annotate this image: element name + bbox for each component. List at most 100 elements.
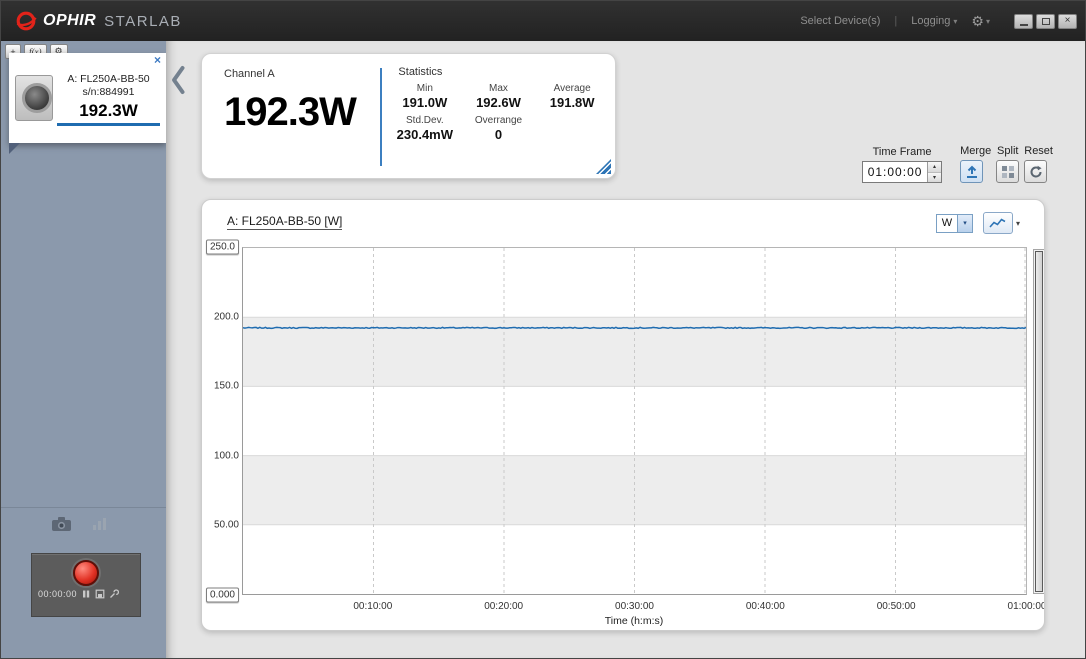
device-reading: 192.3W — [57, 101, 160, 126]
scrollbar-thumb[interactable] — [1035, 251, 1043, 592]
sidebar-actions — [1, 507, 166, 545]
chart-unit-controls: W ▾ ▾ — [936, 212, 1020, 234]
chevron-left-icon — [170, 65, 186, 95]
reset-icon — [1029, 165, 1043, 179]
menu-separator: | — [894, 15, 897, 27]
y-axis-tick-label: 150.0 — [214, 381, 239, 392]
device-serial: s/n:884991 — [57, 86, 160, 98]
channel-measurement-card: Channel A 192.3W Statistics Min 191.0W M… — [201, 53, 616, 179]
split-grid-icon — [1001, 165, 1015, 179]
record-panel: 00:00:00 — [31, 553, 141, 617]
y-axis: 250.0 200.0 150.0 100.0 50.00 0.000 — [202, 200, 240, 630]
chevron-down-icon[interactable]: ▾ — [1016, 219, 1020, 228]
unit-select[interactable]: W ▾ — [936, 214, 973, 233]
record-status-row: 00:00:00 — [32, 589, 140, 599]
restore-button[interactable] — [1036, 14, 1055, 29]
split-label: Split — [996, 145, 1019, 157]
collapse-sidebar-button[interactable] — [170, 65, 186, 100]
statistics-title: Statistics — [382, 66, 459, 78]
wrench-icon — [109, 589, 119, 599]
y-axis-limit-field[interactable]: 0.000 — [206, 588, 239, 603]
y-axis-tick-label: 200.0 — [214, 311, 239, 322]
merge-group: Merge — [960, 145, 991, 183]
stat-overrange: Overrange 0 — [462, 115, 536, 142]
time-frame-group: Time Frame 01:00:00 ▴ ▾ — [862, 146, 942, 183]
merge-icon — [965, 165, 979, 179]
y-axis-limit-field[interactable]: 250.0 — [206, 240, 239, 255]
pause-icon — [81, 589, 91, 599]
record-button[interactable] — [73, 560, 99, 586]
ophir-logo-icon — [15, 10, 37, 32]
record-elapsed-time: 00:00:00 — [38, 589, 77, 599]
reset-button[interactable] — [1024, 160, 1047, 183]
x-axis-tick-label: 01:00:00 — [1008, 601, 1045, 612]
main-content: Channel A 192.3W Statistics Min 191.0W M… — [166, 41, 1085, 658]
power-trend-plot[interactable] — [242, 247, 1027, 595]
merge-label: Merge — [960, 145, 991, 157]
chevron-down-icon: ▾ — [986, 17, 990, 26]
minimize-button[interactable] — [1014, 14, 1033, 29]
spin-up-icon[interactable]: ▴ — [928, 162, 941, 172]
statistics-column: Statistics Min 191.0W Max 192.6W Average… — [382, 54, 615, 178]
layout-buttons: Merge Split — [960, 145, 1053, 183]
merge-button[interactable] — [960, 160, 983, 183]
minimize-icon — [1020, 24, 1028, 26]
sidebar: + f(x) ⚙ × A: FL250A-BB-50 s/n:884991 19… — [1, 41, 166, 658]
x-axis-tick-label: 00:40:00 — [746, 601, 785, 612]
chart-vertical-scrollbar[interactable] — [1033, 249, 1045, 594]
bar-chart-icon — [92, 517, 107, 531]
logging-button[interactable]: Logging▾ — [911, 15, 957, 27]
select-devices-button[interactable]: Select Device(s) — [800, 15, 880, 27]
statistics-grid: Min 191.0W Max 192.6W Average 191.8W Std… — [382, 83, 615, 142]
stat-max: Max 192.6W — [462, 83, 536, 110]
close-button[interactable]: × — [1058, 14, 1077, 29]
spinner-arrows: ▴ ▾ — [927, 162, 941, 182]
time-frame-value: 01:00:00 — [863, 162, 927, 182]
stat-stddev: Std.Dev. 230.4mW — [388, 115, 462, 142]
titlebar-menu: Select Device(s) | Logging▾ ⚙▾ × — [800, 13, 1077, 30]
chart-type-button[interactable] — [983, 212, 1013, 234]
device-close-icon[interactable]: × — [154, 54, 161, 66]
split-button[interactable] — [996, 160, 1019, 183]
chart-panel: A: FL250A-BB-50 [W] W ▾ ▾ 250.0 200.0 150.… — [201, 199, 1045, 631]
restore-icon — [1042, 18, 1050, 25]
chart-channel-tab[interactable]: A: FL250A-BB-50 [W] — [227, 214, 342, 230]
device-card[interactable]: × A: FL250A-BB-50 s/n:884991 192.3W — [9, 53, 166, 143]
save-button[interactable] — [95, 589, 105, 599]
x-axis-title: Time (h:m:s) — [605, 615, 664, 627]
brand-ophir: OPHIR — [43, 12, 96, 30]
stat-min: Min 191.0W — [388, 83, 462, 110]
line-chart-icon — [989, 217, 1006, 229]
x-axis-tick-label: 00:30:00 — [615, 601, 654, 612]
unit-selected-value: W — [937, 215, 957, 232]
y-axis-tick-label: 50.00 — [214, 520, 239, 531]
chart-controls: Time Frame 01:00:00 ▴ ▾ Merge — [862, 145, 1053, 183]
pause-button[interactable] — [81, 589, 91, 599]
device-info: A: FL250A-BB-50 s/n:884991 192.3W — [57, 73, 160, 126]
brand: OPHIR STARLAB — [15, 10, 182, 32]
settings-gear-icon[interactable]: ⚙▾ — [971, 13, 990, 30]
screenshot-camera-button[interactable] — [51, 516, 72, 537]
combo-arrow-icon[interactable]: ▾ — [957, 215, 972, 232]
record-settings-button[interactable] — [109, 589, 119, 599]
statistics-chart-button[interactable] — [92, 517, 107, 536]
channel-column: Channel A 192.3W — [202, 54, 380, 178]
save-icon — [95, 589, 105, 599]
device-name: A: FL250A-BB-50 — [57, 73, 160, 85]
starlab-window: OPHIR STARLAB Select Device(s) | Logging… — [0, 0, 1086, 659]
chart-type-group: ▾ — [983, 212, 1020, 234]
split-group: Split — [996, 145, 1019, 183]
titlebar: OPHIR STARLAB Select Device(s) | Logging… — [1, 1, 1085, 41]
spin-down-icon[interactable]: ▾ — [928, 172, 941, 183]
reset-label: Reset — [1024, 145, 1053, 157]
device-card-flag-icon — [9, 143, 20, 154]
chevron-down-icon: ▾ — [953, 17, 957, 26]
stat-average: Average 191.8W — [535, 83, 609, 110]
time-frame-spinner[interactable]: 01:00:00 ▴ ▾ — [862, 161, 942, 183]
channel-value: 192.3W — [224, 90, 380, 135]
x-axis-tick-label: 00:10:00 — [353, 601, 392, 612]
x-axis-tick-label: 00:20:00 — [484, 601, 523, 612]
y-axis-tick-label: 100.0 — [214, 450, 239, 461]
plot-canvas — [243, 248, 1026, 594]
camera-icon — [51, 516, 72, 532]
